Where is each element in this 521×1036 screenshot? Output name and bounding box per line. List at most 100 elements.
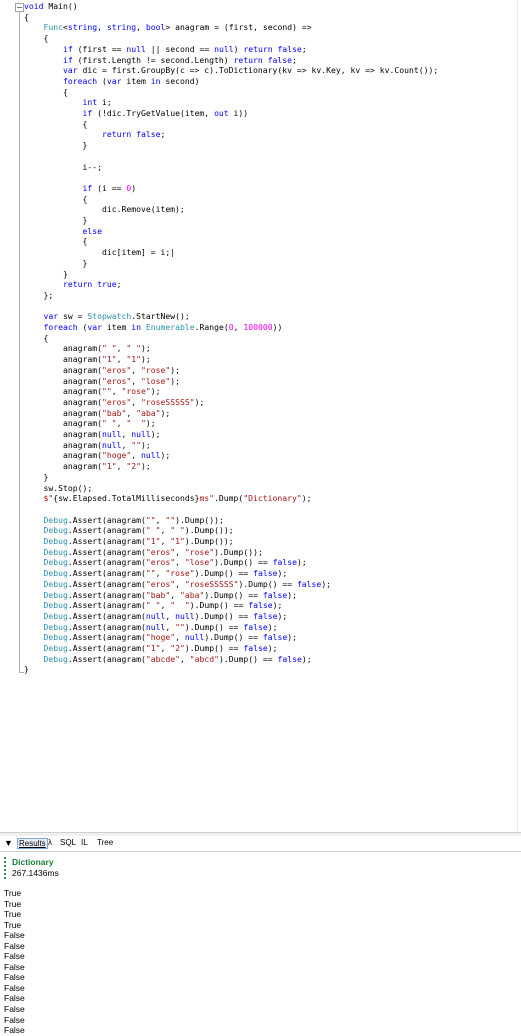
code-line[interactable]: {: [24, 333, 48, 344]
code-token: Debug: [43, 610, 68, 621]
code-line[interactable]: }: [24, 269, 68, 280]
code-token: );: [301, 653, 312, 664]
code-line[interactable]: Debug.Assert(anagram("abcde", "abcd").Du…: [24, 654, 312, 665]
code-line[interactable]: sw.Stop();: [24, 483, 92, 494]
code-line[interactable]: }: [24, 258, 87, 269]
code-line[interactable]: {: [24, 12, 29, 23]
code-line[interactable]: {: [24, 87, 68, 98]
code-line[interactable]: return true;: [24, 279, 121, 290]
code-line[interactable]: if (first == null || second == null) ret…: [24, 44, 307, 55]
code-token: " ": [170, 525, 185, 536]
code-line[interactable]: Debug.Assert(anagram("eros", "rose").Dum…: [24, 547, 263, 558]
code-line[interactable]: }: [24, 664, 29, 675]
code-line[interactable]: }: [24, 140, 87, 151]
code-token: in: [131, 322, 141, 332]
code-line[interactable]: anagram("", "rose");: [24, 386, 161, 397]
code-line[interactable]: anagram(" ", " ");: [24, 343, 151, 354]
code-line[interactable]: else: [24, 226, 102, 237]
code-line[interactable]: void Main(): [24, 1, 78, 12]
code-line[interactable]: Debug.Assert(anagram(" ", " ").Dump() ==…: [24, 600, 283, 611]
code-token: .Assert(anagram(: [67, 621, 146, 632]
code-line[interactable]: if (i == 0): [24, 183, 136, 194]
code-token: Debug: [43, 600, 68, 611]
code-line[interactable]: Func<string, string, bool> anagram = (fi…: [24, 22, 312, 33]
tab-results[interactable]: Results: [17, 838, 48, 849]
code-line[interactable]: anagram("eros", "lose");: [24, 376, 180, 387]
collapse-output-icon[interactable]: ▼: [4, 838, 13, 848]
code-line[interactable]: anagram("eros", "roseSSSSS");: [24, 397, 204, 408]
code-line[interactable]: anagram(" ", " ");: [24, 418, 156, 429]
code-line[interactable]: Debug.Assert(anagram(" ", " ").Dump());: [24, 525, 234, 536]
code-line[interactable]: int i;: [24, 97, 112, 108]
code-line[interactable]: foreach (var item in Enumerable.Range(0,…: [24, 322, 283, 333]
code-line[interactable]: }: [24, 215, 87, 226]
code-token: .Assert(anagram(: [67, 546, 146, 557]
code-line[interactable]: $"{sw.Elapsed.TotalMilliseconds}ms".Dump…: [24, 493, 312, 504]
code-line[interactable]: var sw = Stopwatch.StartNew();: [24, 311, 190, 322]
code-token: Debug: [43, 632, 68, 643]
code-token: );: [150, 386, 161, 397]
code-line[interactable]: {: [24, 33, 48, 44]
code-token: return false: [243, 43, 302, 54]
code-token: null: [184, 632, 205, 643]
code-token: Debug: [43, 546, 68, 557]
code-line[interactable]: dic[item] = i;|: [24, 247, 175, 258]
tab-lambda[interactable]: λ: [48, 838, 52, 847]
code-line[interactable]: anagram(null, "");: [24, 440, 151, 451]
code-line[interactable]: {: [24, 194, 87, 205]
code-token: void: [24, 1, 49, 11]
tab-tree[interactable]: Tree: [97, 838, 113, 847]
code-line[interactable]: i--;: [24, 162, 102, 173]
code-line[interactable]: }: [24, 472, 48, 483]
code-line[interactable]: anagram("hoge", null);: [24, 450, 170, 461]
code-token: );: [267, 621, 278, 632]
code-line[interactable]: Debug.Assert(anagram("eros", "roseSSSSS"…: [24, 578, 332, 590]
code-token: i;: [97, 97, 112, 108]
tab-il[interactable]: IL: [81, 838, 88, 847]
code-line[interactable]: anagram("1", "2");: [24, 461, 151, 472]
code-token: ,: [121, 429, 132, 439]
code-line[interactable]: Debug.Assert(anagram("1", "2").Dump() ==…: [24, 643, 278, 654]
code-token: Debug: [43, 525, 68, 536]
tab-sql[interactable]: SQL: [60, 838, 76, 847]
dump-block: Dictionary 267.1436ms: [4, 857, 59, 879]
code-line[interactable]: anagram("bab", "aba");: [24, 408, 170, 419]
code-token: "2": [170, 643, 185, 653]
code-line[interactable]: Debug.Assert(anagram("", "").Dump());: [24, 515, 224, 526]
code-line[interactable]: Debug.Assert(anagram(null, null).Dump() …: [24, 610, 288, 622]
code-token: ).Dump() ==: [184, 621, 244, 632]
code-line[interactable]: var dic = first.GroupBy(c => c).ToDictio…: [24, 65, 438, 76]
code-line[interactable]: dic.Remove(item);: [24, 204, 185, 215]
code-line[interactable]: anagram(null, null);: [24, 429, 161, 440]
code-token: ,: [131, 396, 141, 407]
code-line[interactable]: Debug.Assert(anagram(null, "").Dump() ==…: [24, 621, 278, 633]
code-line[interactable]: if (first.Length != second.Length) retur…: [24, 55, 297, 66]
code-line[interactable]: foreach (var item in second): [24, 76, 199, 87]
code-line[interactable]: Debug.Assert(anagram("hoge", null).Dump(…: [24, 632, 297, 643]
code-line[interactable]: Debug.Assert(anagram("", "rose").Dump() …: [24, 568, 288, 579]
collapse-region-icon[interactable]: −: [15, 3, 24, 12]
code-line[interactable]: return false;: [24, 129, 165, 140]
code-line[interactable]: Debug.Assert(anagram("1", "1").Dump());: [24, 536, 234, 547]
code-line[interactable]: anagram("1", "1");: [24, 354, 151, 365]
code-token: false: [272, 557, 297, 568]
code-token: if: [62, 54, 73, 65]
code-token: ,: [175, 578, 185, 589]
code-line[interactable]: {: [24, 236, 87, 247]
code-editor[interactable]: − void Main(){ Func<string, string, bool…: [0, 0, 521, 832]
code-line[interactable]: Debug.Assert(anagram("eros", "lose").Dum…: [24, 557, 307, 568]
code-token: ,: [175, 632, 185, 643]
code-token: $": [43, 493, 54, 504]
code-line[interactable]: if (!dic.TryGetValue(item, out i)): [24, 108, 248, 119]
code-line[interactable]: anagram("eros", "rose");: [24, 365, 180, 376]
code-token: null: [175, 610, 195, 621]
code-token: bool: [145, 22, 166, 33]
code-line[interactable]: };: [24, 290, 53, 301]
code-line[interactable]: Debug.Assert(anagram("bab", "aba").Dump(…: [24, 590, 297, 601]
code-line[interactable]: {: [24, 119, 87, 130]
code-token: "": [165, 514, 176, 525]
code-token: var: [87, 322, 102, 332]
